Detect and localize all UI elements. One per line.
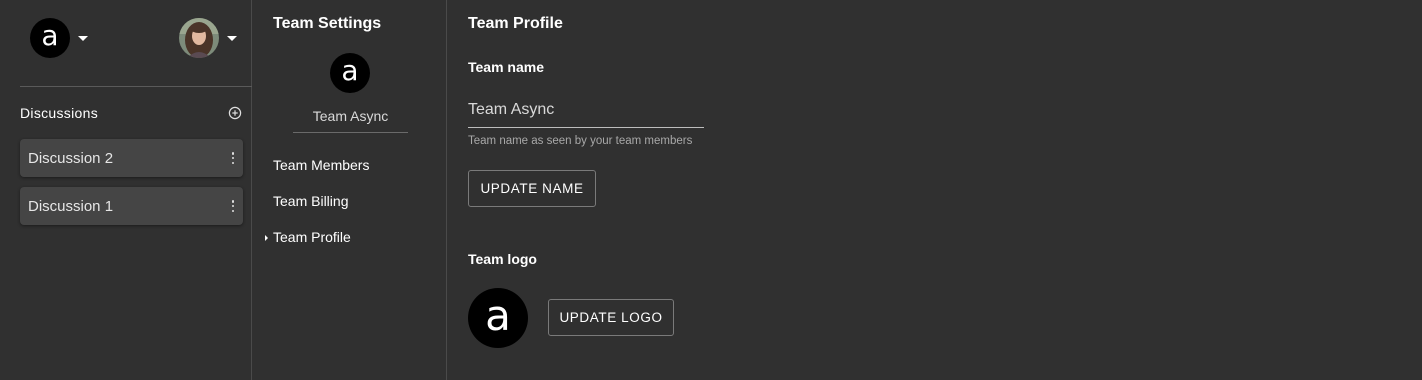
nav-item-team-members[interactable]: Team Members: [273, 157, 369, 173]
sidebar-divider: [20, 86, 252, 87]
avatar: [179, 18, 219, 58]
page-title: Team Profile: [468, 15, 563, 32]
team-logo: a: [30, 18, 70, 58]
discussions-header: Discussions: [20, 104, 242, 122]
team-name-input[interactable]: [468, 97, 704, 128]
settings-title: Team Settings: [273, 15, 382, 32]
team-name-label: Team name: [468, 59, 544, 75]
update-name-button[interactable]: UPDATE NAME: [468, 170, 596, 207]
chevron-down-icon: [78, 35, 88, 41]
discussion-label: Discussion 2: [28, 149, 114, 167]
team-switcher[interactable]: a: [30, 18, 88, 58]
nav-item-team-billing[interactable]: Team Billing: [273, 193, 348, 209]
discussion-item[interactable]: Discussion 2: [20, 139, 243, 177]
settings-nav: Team Settings a Team Async Team Members …: [253, 0, 447, 380]
nav-item-label: Team Profile: [273, 229, 351, 245]
team-logo-letter: a: [485, 290, 511, 340]
discussions-title: Discussions: [20, 105, 98, 121]
team-logo-preview: a: [468, 288, 528, 348]
team-logo-label: Team logo: [468, 251, 537, 267]
team-logo-letter: a: [41, 19, 59, 52]
update-logo-button[interactable]: UPDATE LOGO: [548, 299, 674, 336]
nav-item-label: Team Members: [273, 157, 370, 173]
avatar-image: [179, 18, 219, 58]
chevron-down-icon: [227, 35, 237, 41]
nav-item-label: Team Billing: [273, 193, 349, 209]
more-vert-icon[interactable]: [231, 152, 235, 164]
main-content: Team Profile Team name Team name as seen…: [448, 0, 1422, 380]
nav-item-team-profile[interactable]: Team Profile: [273, 229, 351, 245]
discussion-item[interactable]: Discussion 1: [20, 187, 243, 225]
team-logo: a: [330, 53, 370, 93]
more-vert-icon[interactable]: [231, 200, 235, 212]
team-name-display: Team Async: [293, 108, 408, 133]
team-logo-letter: a: [341, 54, 359, 87]
user-menu[interactable]: [179, 18, 237, 58]
team-name-helper: Team name as seen by your team members: [468, 135, 693, 147]
arrow-right-icon: [265, 235, 268, 241]
app-root: a Discussions Discussion 2 Discussion 1 …: [0, 0, 1422, 380]
add-circle-icon[interactable]: [228, 106, 242, 120]
sidebar: a Discussions Discussion 2 Discussion 1: [0, 0, 252, 380]
discussion-label: Discussion 1: [28, 197, 114, 215]
